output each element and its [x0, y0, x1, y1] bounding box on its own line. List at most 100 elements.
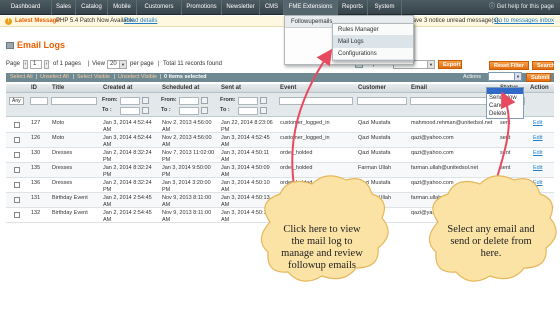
prev-page-icon[interactable]: ‹ — [23, 60, 28, 69]
search-button[interactable]: Search — [532, 61, 555, 70]
read-details-link[interactable]: Read details — [124, 18, 157, 24]
separator: | — [158, 61, 160, 67]
select-visible-link[interactable]: Select Visible — [77, 74, 110, 80]
table-row[interactable]: 127 Moto Jan 3, 2014 4:52:44 AM Nov 2, 2013… — [6, 118, 554, 133]
edit-link[interactable]: Edit — [533, 165, 542, 172]
cell-created: Jan 2, 2014 8:32:24 PM — [103, 165, 152, 178]
row-checkbox[interactable] — [14, 137, 20, 143]
export-button[interactable]: Export — [438, 60, 462, 69]
row-checkbox[interactable] — [14, 182, 20, 188]
actions-option-cancel[interactable]: Cancel — [487, 102, 523, 110]
event-filter[interactable] — [279, 97, 353, 105]
menu-configurations[interactable]: Configurations — [333, 48, 413, 60]
title-filter[interactable] — [51, 97, 97, 105]
cell-event: customer_logged_in — [280, 120, 330, 126]
col-event[interactable]: Event — [280, 85, 296, 91]
col-title[interactable]: Title — [52, 85, 64, 91]
row-checkbox[interactable] — [14, 167, 20, 173]
cell-id: 136 — [31, 180, 41, 186]
help-link[interactable]: ⓘ Get help for this page — [489, 0, 554, 15]
cell-status: sent — [500, 165, 511, 171]
actions-select[interactable]: ▼ — [488, 72, 522, 81]
nav-customers[interactable]: Customers — [137, 0, 182, 15]
col-customer[interactable]: Customer — [358, 85, 386, 91]
created-from-input[interactable] — [120, 97, 140, 105]
menu-rules-manager[interactable]: Rules Manager — [333, 24, 413, 36]
row-checkbox[interactable] — [14, 197, 20, 203]
nav-mobile[interactable]: Mobile — [108, 0, 137, 15]
table-row[interactable]: 136 Dresses Jan 2, 2014 8:32:24 PM Jan 3, 2… — [6, 178, 554, 193]
cell-status: sent — [500, 135, 511, 141]
nav-catalog[interactable]: Catalog — [76, 0, 108, 15]
actions-option-delete[interactable]: Delete — [487, 110, 523, 118]
col-scheduled-at[interactable]: Scheduled at — [162, 85, 199, 91]
per-page-label: per page — [130, 61, 154, 67]
nav-reports[interactable]: Reports — [338, 0, 368, 15]
calendar-icon[interactable] — [142, 107, 149, 114]
menu-mail-logs[interactable]: Mail Logs — [333, 36, 413, 48]
id-filter[interactable] — [30, 97, 48, 105]
cell-status: sent — [500, 120, 511, 126]
email-filter[interactable] — [410, 97, 496, 105]
table-row[interactable]: 135 Dresses Jan 2, 2014 8:32:24 PM Jan 3, 2… — [6, 163, 554, 178]
calendar-icon[interactable] — [201, 107, 208, 114]
col-created-at[interactable]: Created at — [103, 85, 132, 91]
actions-option-send-now[interactable]: Send Now — [487, 94, 523, 102]
nav-dashboard[interactable]: Dashboard — [0, 0, 52, 15]
table-row[interactable]: 131 Birthday Event Jan 2, 2014 2:54:45 AM N… — [6, 193, 554, 208]
calendar-icon[interactable] — [260, 97, 267, 104]
row-checkbox[interactable] — [14, 152, 20, 158]
cell-customer: Qazi Mustafa — [358, 135, 391, 141]
edit-link[interactable]: Edit — [533, 210, 542, 217]
table-row[interactable]: 132 Birthday Event Jan 2, 2014 2:54:45 AM N… — [6, 208, 554, 223]
customer-filter[interactable] — [357, 97, 407, 105]
nav-cms[interactable]: CMS — [260, 0, 284, 15]
followup-submenu: Rules Manager Mail Logs Configurations — [332, 23, 414, 61]
next-page-icon[interactable]: › — [44, 60, 49, 69]
cell-id: 130 — [31, 150, 41, 156]
cell-title: Dresses — [52, 180, 73, 186]
unselect-all-link[interactable]: Unselect All — [40, 74, 69, 80]
cell-created: Jan 3, 2014 4:52:44 AM — [103, 120, 152, 133]
calendar-icon[interactable] — [260, 107, 267, 114]
scheduled-to-input[interactable] — [179, 107, 199, 115]
submit-button[interactable]: Submit — [526, 73, 551, 82]
warning-icon: ! — [5, 18, 12, 25]
row-checkbox[interactable] — [14, 212, 20, 218]
per-page-select[interactable]: 20 ▼ — [107, 60, 127, 69]
inbox-link[interactable]: Go to messages inbox — [494, 18, 554, 24]
reset-filter-button[interactable]: Reset Filter — [489, 61, 529, 70]
separator: | — [114, 74, 116, 80]
of-pages: of 1 pages — [53, 61, 82, 67]
col-id[interactable]: ID — [31, 85, 37, 91]
nav-sales[interactable]: Sales — [52, 0, 76, 15]
edit-link[interactable]: Edit — [533, 195, 542, 202]
nav-promotions[interactable]: Promotions — [182, 0, 222, 15]
cell-status: sent — [500, 180, 511, 186]
nav-newsletter[interactable]: Newsletter — [222, 0, 260, 15]
edit-link[interactable]: Edit — [533, 180, 542, 187]
table-row[interactable]: 126 Moto Jan 3, 2014 4:52:44 AM Nov 2, 2013… — [6, 133, 554, 148]
col-sent-at[interactable]: Sent at — [221, 85, 241, 91]
row-checkbox[interactable] — [14, 122, 20, 128]
sent-to-input[interactable] — [238, 107, 258, 115]
nav-fme-extensions[interactable]: FME Extensions — [284, 0, 338, 15]
sent-from-input[interactable] — [238, 97, 258, 105]
created-to-input[interactable] — [120, 107, 140, 115]
calendar-icon[interactable] — [201, 97, 208, 104]
calendar-icon[interactable] — [142, 97, 149, 104]
scheduled-from-input[interactable] — [179, 97, 199, 105]
cell-scheduled: Nov 7, 2013 11:02:00 PM — [162, 150, 215, 163]
select-all-link[interactable]: Select All — [10, 74, 33, 80]
edit-link[interactable]: Edit — [533, 150, 542, 157]
table-row[interactable]: 130 Dresses Jan 2, 2014 8:32:24 PM Nov 7, 2… — [6, 148, 554, 163]
unselect-visible-link[interactable]: Unselect Visible — [118, 74, 157, 80]
edit-link[interactable]: Edit — [533, 120, 542, 127]
any-select[interactable]: Any — [9, 97, 24, 105]
cell-customer: Qazi Mustafa — [358, 150, 391, 156]
col-email[interactable]: Email — [411, 85, 427, 91]
total-records: Total 11 records found — [163, 61, 222, 67]
nav-system[interactable]: System — [368, 0, 402, 15]
page-input[interactable]: 1 — [30, 60, 42, 69]
edit-link[interactable]: Edit — [533, 135, 542, 142]
